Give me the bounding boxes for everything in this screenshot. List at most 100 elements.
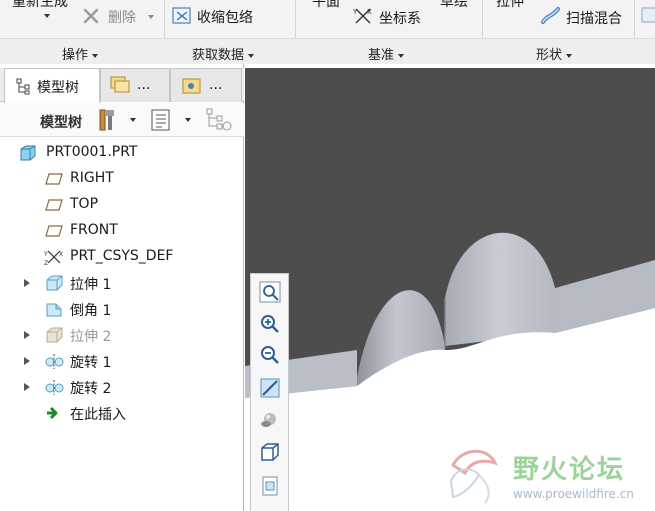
group-shapes[interactable]: 形状 — [536, 44, 573, 63]
swept-blend-label: 扫描混合 — [566, 11, 622, 27]
tree-item-label: 旋转 2 — [70, 381, 112, 397]
tree-item-label: 拉伸 2 — [70, 329, 112, 345]
revolve-icon — [45, 380, 64, 395]
tree-item-label: RIGHT — [70, 170, 114, 186]
watermark-logo — [449, 449, 498, 504]
watermark-title: 野火论坛 — [513, 455, 626, 485]
datum-plane-icon — [45, 225, 63, 237]
tree-item-revolve-2[interactable]: 旋转 2 — [0, 375, 240, 399]
group-operations[interactable]: 操作 — [62, 44, 99, 63]
shrinkwrap-button[interactable]: 收缩包络 — [172, 5, 272, 29]
tab-model-tree[interactable]: 模型树 — [4, 68, 100, 103]
expand-arrow-icon[interactable] — [24, 357, 30, 365]
layers-folder-icon — [110, 76, 130, 93]
svg-text:Y: Y — [44, 251, 48, 258]
csys-label: 坐标系 — [379, 11, 421, 27]
chevron-down-icon — [92, 53, 99, 58]
tree-item-extrude-2[interactable]: 拉伸 2 — [0, 323, 240, 347]
svg-text:X: X — [59, 251, 63, 258]
tree-item-front[interactable]: FRONT — [0, 219, 240, 243]
refit-icon[interactable] — [258, 280, 282, 304]
tree-item-right[interactable]: RIGHT — [0, 167, 240, 191]
ribbon-group-bar: 操作 获取数据 基准 形状 — [0, 38, 655, 64]
tree-item-chamfer-1[interactable]: 倒角 1 — [0, 297, 240, 321]
chevron-down-icon — [398, 53, 405, 58]
tree-item-label: 拉伸 1 — [70, 277, 112, 293]
view-manager-icon[interactable] — [258, 474, 282, 498]
tree-item-label: TOP — [70, 196, 99, 212]
extrude-icon — [46, 275, 63, 291]
sketch-button[interactable]: 草绘 — [440, 0, 468, 11]
group-datum[interactable]: 基准 — [368, 44, 405, 63]
favorites-folder-icon — [182, 78, 201, 94]
model-tree-title: 模型树 — [40, 115, 82, 131]
extrude-icon — [46, 327, 63, 343]
group-datum-label: 基准 — [368, 48, 395, 63]
tree-filter-icon[interactable] — [205, 107, 233, 133]
part-icon — [20, 145, 36, 161]
tree-item-label: PRT0001.PRT — [46, 144, 138, 160]
tab-favorites-label: ... — [209, 77, 223, 93]
tree-item-label: 倒角 1 — [70, 303, 112, 319]
display-style-icon[interactable] — [258, 408, 282, 432]
expand-arrow-icon[interactable] — [24, 279, 30, 287]
tree-item-insert-here[interactable]: 在此插入 — [0, 401, 240, 425]
delete-x-icon — [83, 8, 99, 24]
group-get-data[interactable]: 获取数据 — [192, 44, 255, 63]
tab-model-tree-label: 模型树 — [37, 80, 79, 96]
svg-text:Z: Z — [44, 260, 48, 266]
plane-button[interactable]: 平面 — [312, 0, 340, 11]
csys-button[interactable]: Y X 坐标系 — [352, 5, 432, 29]
group-shapes-label: 形状 — [536, 48, 563, 63]
tree-item-label: 在此插入 — [70, 407, 126, 423]
ribbon: 重新生成 平面 草绘 拉伸 删除 收缩包络 Y X 坐标系 扫描混合 操作 获取… — [0, 0, 655, 64]
tree-item-label: 旋转 1 — [70, 355, 112, 371]
swept-blend-button[interactable]: 扫描混合 — [540, 5, 640, 29]
delete-dropdown-icon[interactable] — [148, 15, 154, 19]
model-tree-icon — [16, 78, 30, 95]
settings-dropdown-icon[interactable] — [185, 118, 191, 122]
datum-plane-icon — [45, 173, 63, 185]
datum-plane-icon — [45, 199, 63, 211]
saved-orientations-icon[interactable] — [258, 440, 282, 464]
shrinkwrap-label: 收缩包络 — [197, 10, 253, 26]
tree-item-top[interactable]: TOP — [0, 193, 240, 217]
tab-layers[interactable]: ... — [100, 68, 170, 102]
expand-arrow-icon[interactable] — [24, 383, 30, 391]
left-panel: 模型树 ... ... 模型树 PRT0001.PRT RIGHT TOP FR… — [0, 64, 244, 511]
tree-item-label: PRT_CSYS_DEF — [70, 248, 174, 264]
chamfer-icon — [46, 303, 62, 317]
swept-blend-icon — [541, 7, 560, 24]
regenerate-button[interactable]: 重新生成 — [12, 0, 68, 11]
chevron-down-icon — [248, 53, 255, 58]
svg-text:X: X — [367, 8, 372, 16]
ribbon-overflow-icon[interactable] — [641, 6, 655, 26]
delete-button[interactable]: 删除 — [82, 6, 162, 28]
svg-text:Y: Y — [352, 8, 358, 16]
regenerate-dropdown-icon[interactable] — [44, 14, 50, 18]
tab-favorites[interactable]: ... — [170, 68, 242, 102]
panel-tabs: 模型树 ... ... — [0, 68, 244, 103]
settings-list-icon[interactable] — [150, 108, 172, 132]
model-tree-toolbar: 模型树 — [0, 103, 244, 137]
insert-here-icon — [47, 406, 58, 420]
repaint-icon[interactable] — [258, 376, 282, 400]
expand-arrow-icon[interactable] — [24, 331, 30, 339]
tree-item-revolve-1[interactable]: 旋转 1 — [0, 349, 240, 373]
watermark-url: www.proewildfire.cn — [513, 487, 634, 501]
delete-label: 删除 — [108, 10, 136, 26]
tools-hammer-icon[interactable] — [97, 108, 119, 132]
group-get-data-label: 获取数据 — [192, 48, 245, 63]
tools-dropdown-icon[interactable] — [130, 118, 136, 122]
chevron-down-icon — [566, 53, 573, 58]
zoom-in-icon[interactable] — [258, 312, 282, 336]
tree-item-csys[interactable]: Y Z X PRT_CSYS_DEF — [0, 245, 240, 269]
csys-icon: Y Z X — [44, 250, 63, 266]
extrude-button[interactable]: 拉伸 — [496, 0, 524, 11]
tree-item-extrude-1[interactable]: 拉伸 1 — [0, 271, 240, 295]
tree-item-part[interactable]: PRT0001.PRT — [0, 141, 240, 165]
view-toolbar — [250, 273, 289, 511]
csys-icon: Y X — [352, 8, 372, 24]
zoom-out-icon[interactable] — [258, 343, 282, 367]
tree-item-label: FRONT — [70, 222, 118, 238]
